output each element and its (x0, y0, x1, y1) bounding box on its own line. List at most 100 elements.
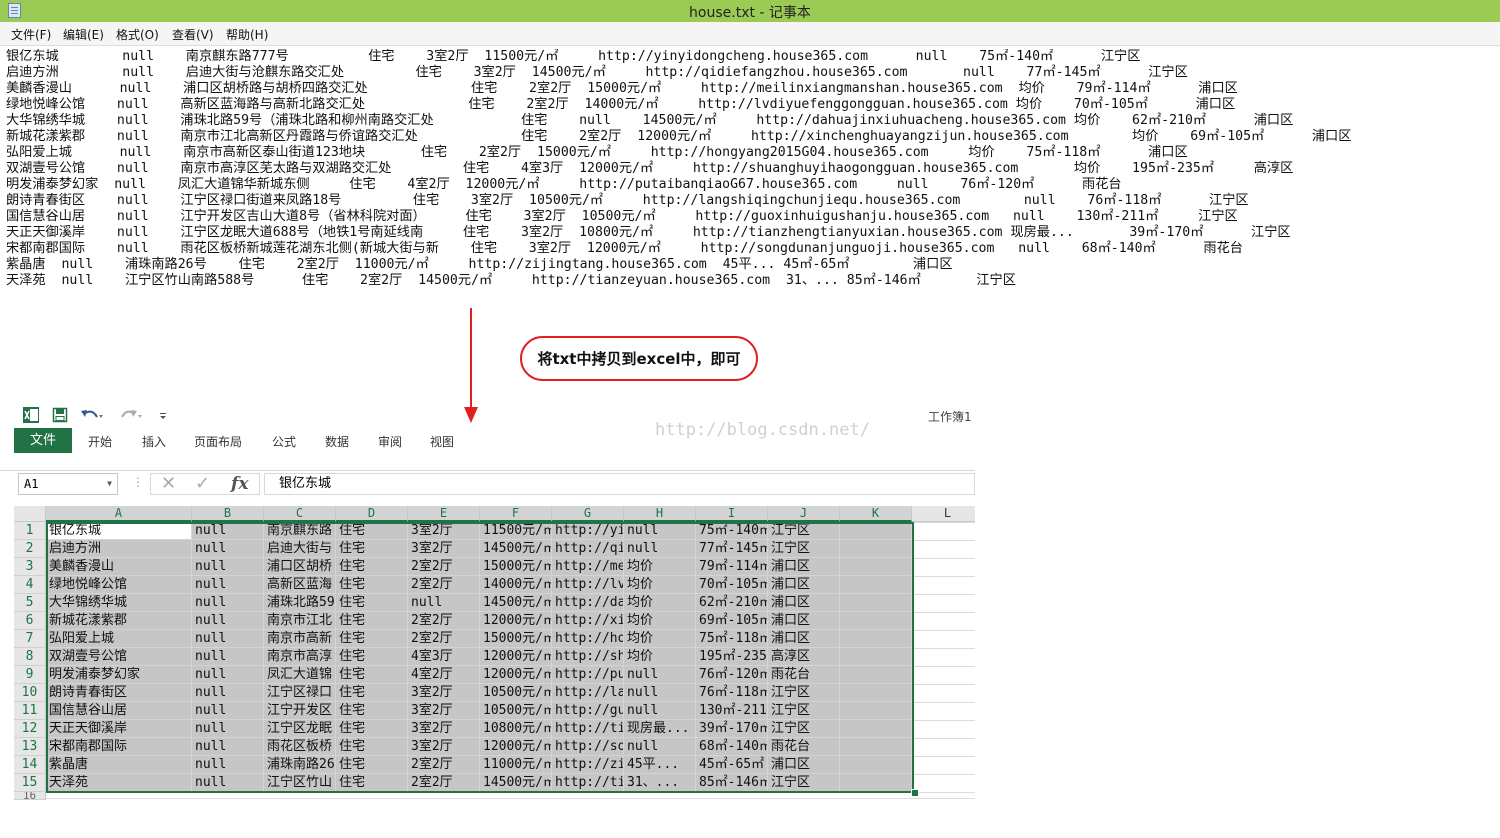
table-cell[interactable]: null (192, 702, 264, 720)
table-cell[interactable]: 雨花台 (768, 738, 840, 756)
customize-toolbar-icon[interactable] (158, 406, 168, 424)
table-cell[interactable]: 南京市江北 (264, 612, 336, 630)
table-cell[interactable]: 江宁区竹山 (264, 774, 336, 792)
table-cell[interactable]: http://songdunanjunguoji (552, 738, 624, 756)
table-cell[interactable]: 住宅 (336, 774, 408, 792)
table-cell[interactable]: 130㎡-211㎡ (696, 702, 768, 720)
table-cell[interactable]: 195㎡-235㎡ (696, 648, 768, 666)
text-line[interactable]: 朗诗青春街区 null 江宁区禄口街道来凤路18号 住宅 3室2厅 10500元… (6, 193, 1496, 209)
tab-data[interactable]: 数据 (325, 433, 349, 450)
table-cell[interactable]: 10500元/㎡ (480, 702, 552, 720)
table-cell[interactable]: 3室2厅 (408, 522, 480, 540)
tab-view[interactable]: 视图 (430, 433, 454, 450)
table-cell[interactable]: 住宅 (336, 630, 408, 648)
column-header-b[interactable]: B (192, 506, 264, 522)
row-header-9[interactable]: 9 (14, 666, 46, 684)
table-cell[interactable]: 住宅 (336, 738, 408, 756)
column-header-k[interactable]: K (840, 506, 912, 522)
notepad-text-area[interactable]: 银亿东城 null 南京麒东路777号 住宅 3室2厅 11500元/㎡ htt… (6, 49, 1496, 294)
menu-help[interactable]: 帮助(H) (226, 26, 268, 43)
table-cell[interactable] (840, 558, 912, 576)
table-cell[interactable]: 住宅 (336, 702, 408, 720)
formula-input[interactable]: 银亿东城 (264, 473, 975, 495)
table-cell[interactable]: 11000元/㎡ (480, 756, 552, 774)
table-cell[interactable]: 江宁区 (768, 540, 840, 558)
table-cell[interactable]: 国信慧谷山居 (46, 702, 192, 720)
table-cell[interactable]: null (192, 540, 264, 558)
table-cell[interactable]: 南京市高新 (264, 630, 336, 648)
table-cell[interactable] (840, 630, 912, 648)
table-cell[interactable]: 45㎡-65㎡ (696, 756, 768, 774)
table-cell[interactable]: 14500元/㎡ (480, 774, 552, 792)
table-cell[interactable]: 3室2厅 (408, 702, 480, 720)
table-cell[interactable] (840, 738, 912, 756)
table-cell[interactable] (840, 648, 912, 666)
table-cell[interactable]: 住宅 (336, 684, 408, 702)
table-cell[interactable]: 70㎡-105㎡ (696, 576, 768, 594)
table-cell[interactable]: http://zijingtang (552, 756, 624, 774)
table-cell[interactable]: 住宅 (336, 540, 408, 558)
table-cell[interactable]: 77㎡-145㎡ (696, 540, 768, 558)
table-cell[interactable]: null (192, 522, 264, 540)
table-cell[interactable]: http://hongyang2015G04 (552, 630, 624, 648)
text-line[interactable]: 绿地悦峰公馆 null 高新区蓝海路与高新北路交汇处 住宅 2室2厅 14000… (6, 97, 1496, 113)
row-header-11[interactable]: 11 (14, 702, 46, 720)
table-cell[interactable]: null (624, 666, 696, 684)
row-header-2[interactable]: 2 (14, 540, 46, 558)
text-line[interactable]: 天正天御溪岸 null 江宁区龙眠大道688号（地铁1号南延线南 住宅 3室2厅… (6, 225, 1496, 241)
table-cell[interactable]: 雨花台 (768, 666, 840, 684)
table-cell[interactable]: 均价 (624, 648, 696, 666)
table-cell[interactable]: 14500元/㎡ (480, 594, 552, 612)
table-cell[interactable]: 南京市高淳 (264, 648, 336, 666)
table-cell[interactable]: 62㎡-210㎡ (696, 594, 768, 612)
table-cell[interactable]: null (624, 540, 696, 558)
table-cell[interactable]: null (192, 756, 264, 774)
cancel-icon[interactable]: ✕ (161, 473, 176, 494)
table-cell[interactable]: 10500元/㎡ (480, 684, 552, 702)
table-cell[interactable]: http://langshiqingchunjiequ (552, 684, 624, 702)
redo-icon[interactable] (119, 406, 143, 424)
fill-handle[interactable] (911, 789, 919, 797)
table-cell[interactable] (840, 720, 912, 738)
table-cell[interactable]: null (192, 630, 264, 648)
table-cell[interactable]: 3室2厅 (408, 684, 480, 702)
table-cell[interactable]: 江宁区 (768, 720, 840, 738)
chevron-down-icon[interactable]: ▼ (107, 474, 112, 494)
text-line[interactable]: 紫晶唐 null 浦珠南路26号 住宅 2室2厅 11000元/㎡ http:/… (6, 257, 1496, 273)
table-cell[interactable]: 住宅 (336, 576, 408, 594)
text-line[interactable]: 美麟香漫山 null 浦口区胡桥路与胡桥四路交汇处 住宅 2室2厅 15000元… (6, 81, 1496, 97)
active-cell-a1[interactable]: 银亿东城 (46, 522, 192, 540)
table-cell[interactable]: 浦口区 (768, 612, 840, 630)
table-cell[interactable]: 3室2厅 (408, 720, 480, 738)
table-cell[interactable]: 宋都南郡国际 (46, 738, 192, 756)
tab-file[interactable]: 文件 (14, 428, 72, 453)
table-cell[interactable]: 住宅 (336, 594, 408, 612)
column-header-c[interactable]: C (264, 506, 336, 522)
table-cell[interactable]: http://dahuajinxiuhuacheng (552, 594, 624, 612)
table-cell[interactable]: null (192, 612, 264, 630)
text-line[interactable]: 弘阳爱上城 null 南京市高新区泰山街道123地块 住宅 2室2厅 15000… (6, 145, 1496, 161)
table-cell[interactable]: 现房最... (624, 720, 696, 738)
text-line[interactable]: 新城花漾紫郡 null 南京市江北高新区丹霞路与侨谊路交汇处 住宅 2室2厅 1… (6, 129, 1496, 145)
name-box[interactable]: A1 ▼ (18, 473, 118, 495)
table-cell[interactable]: 雨花区板桥 (264, 738, 336, 756)
table-cell[interactable]: 2室2厅 (408, 612, 480, 630)
table-cell[interactable]: 10800元/㎡ (480, 720, 552, 738)
table-cell[interactable]: 住宅 (336, 612, 408, 630)
table-cell[interactable]: 69㎡-105㎡ (696, 612, 768, 630)
row-header-16[interactable]: 16 (14, 792, 46, 800)
table-cell[interactable] (840, 702, 912, 720)
row-header-15[interactable]: 15 (14, 774, 46, 792)
table-cell[interactable]: 双湖壹号公馆 (46, 648, 192, 666)
text-line[interactable]: 银亿东城 null 南京麒东路777号 住宅 3室2厅 11500元/㎡ htt… (6, 49, 1496, 65)
text-line[interactable]: 明发浦泰梦幻家 null 凤汇大道锦华新城东侧 住宅 4室2厅 12000元/㎡… (6, 177, 1496, 193)
table-cell[interactable]: 住宅 (336, 756, 408, 774)
table-cell[interactable]: 浦珠北路59 (264, 594, 336, 612)
table-cell[interactable]: null (192, 738, 264, 756)
column-header-f[interactable]: F (480, 506, 552, 522)
column-header-g[interactable]: G (552, 506, 624, 522)
table-cell[interactable]: 15000元/㎡ (480, 630, 552, 648)
table-cell[interactable]: 浦口区 (768, 576, 840, 594)
row-header-1[interactable]: 1 (14, 522, 46, 540)
table-cell[interactable]: 江宁区禄口 (264, 684, 336, 702)
